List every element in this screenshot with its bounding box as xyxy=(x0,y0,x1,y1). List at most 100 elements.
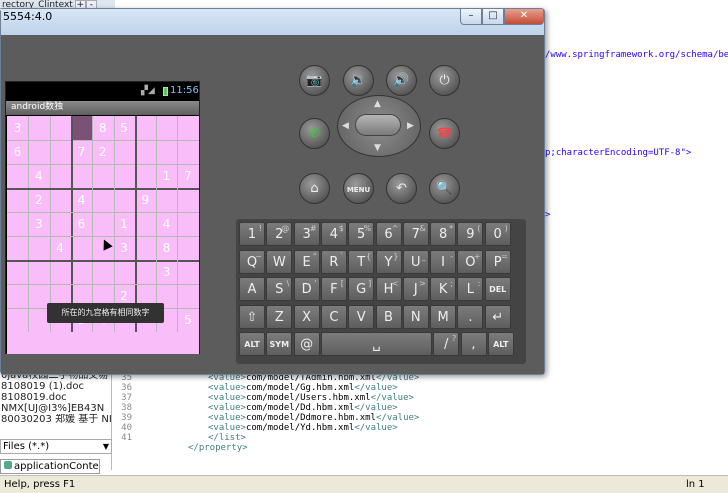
key-/[interactable]: /? xyxy=(433,332,460,356)
key-a[interactable]: A xyxy=(239,277,265,301)
sudoku-cell[interactable] xyxy=(114,164,135,188)
sudoku-cell[interactable]: 7 xyxy=(177,164,198,188)
key-f[interactable]: F[ xyxy=(320,277,347,301)
sudoku-cell[interactable]: 4 xyxy=(50,236,71,260)
sudoku-cell[interactable] xyxy=(156,188,177,212)
sudoku-cell[interactable]: 3 xyxy=(7,116,28,140)
sudoku-cell[interactable] xyxy=(7,164,28,188)
sudoku-cell[interactable]: 5 xyxy=(114,116,135,140)
key-enter[interactable]: ↵ xyxy=(484,304,511,329)
sudoku-cell[interactable] xyxy=(114,260,135,284)
end-call-button[interactable]: ☎ xyxy=(429,118,460,149)
key-alt[interactable]: ALT xyxy=(239,332,265,356)
camera-button[interactable]: 📷 xyxy=(299,65,330,96)
key-j[interactable]: J > xyxy=(402,277,429,301)
sudoku-cell[interactable]: 5 xyxy=(177,308,198,332)
key-h[interactable]: H < xyxy=(375,277,402,301)
sudoku-cell[interactable] xyxy=(177,212,198,236)
sudoku-cell[interactable]: 4 xyxy=(156,212,177,236)
key-3[interactable]: 3 # xyxy=(293,222,320,246)
key-6[interactable]: 6 ^ xyxy=(375,222,402,246)
key-p[interactable]: P = xyxy=(484,249,511,274)
key-shift[interactable]: ⇧ xyxy=(239,304,265,329)
home-button[interactable]: ⌂ xyxy=(299,173,330,204)
minimize-button[interactable]: – xyxy=(460,9,482,25)
key-8[interactable]: 8 * xyxy=(430,222,457,246)
sudoku-cell[interactable] xyxy=(7,236,28,260)
sudoku-cell[interactable]: 8 xyxy=(92,116,113,140)
maximize-button[interactable]: □ xyxy=(482,9,504,25)
sudoku-cell[interactable] xyxy=(28,260,49,284)
key-alt[interactable]: ALT xyxy=(487,332,514,356)
sudoku-cell[interactable] xyxy=(7,188,28,212)
key-v[interactable]: V xyxy=(348,304,375,329)
sudoku-cell[interactable]: 3 xyxy=(156,260,177,284)
file-list-item[interactable]: NMX[UJ@I3%]EB43N xyxy=(0,403,111,414)
sudoku-cell[interactable] xyxy=(7,212,28,236)
key-i[interactable]: I- xyxy=(430,249,457,274)
sudoku-cell[interactable] xyxy=(28,236,49,260)
dpad-center-button[interactable] xyxy=(355,114,401,136)
key-c[interactable]: C xyxy=(320,304,347,329)
sudoku-cell[interactable]: 6 xyxy=(71,212,92,236)
sudoku-cell[interactable] xyxy=(7,284,28,308)
dpad-right-icon[interactable]: ▶ xyxy=(407,121,414,131)
call-button[interactable]: ✆ xyxy=(299,118,330,149)
sudoku-cell[interactable] xyxy=(50,140,71,164)
sudoku-cell[interactable] xyxy=(71,236,92,260)
key-u[interactable]: U _ xyxy=(402,249,429,274)
file-list-item[interactable]: 8108019.doc xyxy=(0,392,111,403)
sudoku-cell[interactable] xyxy=(71,164,92,188)
file-list-item[interactable]: 8108019 (1).doc xyxy=(0,381,111,392)
sudoku-cell[interactable] xyxy=(156,116,177,140)
sudoku-cell[interactable] xyxy=(177,236,198,260)
key-z[interactable]: Z xyxy=(266,304,293,329)
key-5[interactable]: 5% xyxy=(348,222,375,246)
key-0[interactable]: 0) xyxy=(484,222,511,246)
sudoku-cell[interactable]: 3 xyxy=(28,212,49,236)
sudoku-cell[interactable]: 8 xyxy=(156,236,177,260)
key-x[interactable]: X xyxy=(293,304,320,329)
sudoku-cell[interactable] xyxy=(135,212,156,236)
sudoku-cell[interactable] xyxy=(50,164,71,188)
key-y[interactable]: Y} xyxy=(375,249,402,274)
sudoku-cell[interactable] xyxy=(177,284,198,308)
code-editor[interactable]: 35 <value>com/model/TAdmin.hbm.xml</value… xyxy=(112,372,728,460)
dpad-left-icon[interactable]: ◀ xyxy=(342,121,349,131)
sudoku-cell[interactable] xyxy=(92,260,113,284)
sudoku-grid[interactable]: 385672417249361443832345 xyxy=(7,116,199,333)
sudoku-cell[interactable] xyxy=(92,212,113,236)
sudoku-cell[interactable]: 2 xyxy=(28,188,49,212)
sudoku-cell[interactable] xyxy=(92,188,113,212)
dpad-up-icon[interactable]: ▲ xyxy=(374,99,381,109)
sudoku-cell[interactable] xyxy=(50,188,71,212)
key-1[interactable]: 1! xyxy=(239,222,265,246)
sudoku-cell[interactable] xyxy=(70,116,92,140)
sudoku-cell[interactable] xyxy=(28,116,49,140)
key-,[interactable]: , xyxy=(460,332,487,356)
sudoku-cell[interactable] xyxy=(177,116,198,140)
key-l[interactable]: L: xyxy=(457,277,484,301)
sudoku-cell[interactable] xyxy=(71,260,92,284)
key-w[interactable]: W xyxy=(266,249,293,274)
key-2[interactable]: 2 @ xyxy=(266,222,293,246)
sudoku-cell[interactable] xyxy=(135,236,156,260)
key-7[interactable]: 7 & xyxy=(402,222,429,246)
key-s[interactable]: S \ xyxy=(266,277,293,301)
key-@[interactable]: @ xyxy=(293,332,320,356)
key-n[interactable]: N xyxy=(402,304,429,329)
sudoku-cell[interactable] xyxy=(50,212,71,236)
key-9[interactable]: 9( xyxy=(457,222,484,246)
sudoku-cell[interactable] xyxy=(177,260,198,284)
key-e[interactable]: E " xyxy=(293,249,320,274)
key-d[interactable]: D ' xyxy=(293,277,320,301)
close-button[interactable]: ✕ xyxy=(504,9,544,25)
sudoku-cell[interactable] xyxy=(50,116,71,140)
key-sym[interactable]: SYM xyxy=(266,332,293,356)
sudoku-cell[interactable]: 4 xyxy=(71,188,92,212)
key-o[interactable]: O + xyxy=(457,249,484,274)
sudoku-cell[interactable]: 9 xyxy=(135,188,156,212)
sudoku-board[interactable]: 385672417249361443832345 所在的九宫格有相同数字 xyxy=(7,116,199,354)
sudoku-cell[interactable]: 7 xyxy=(71,140,92,164)
dpad-down-icon[interactable]: ▼ xyxy=(374,143,381,153)
